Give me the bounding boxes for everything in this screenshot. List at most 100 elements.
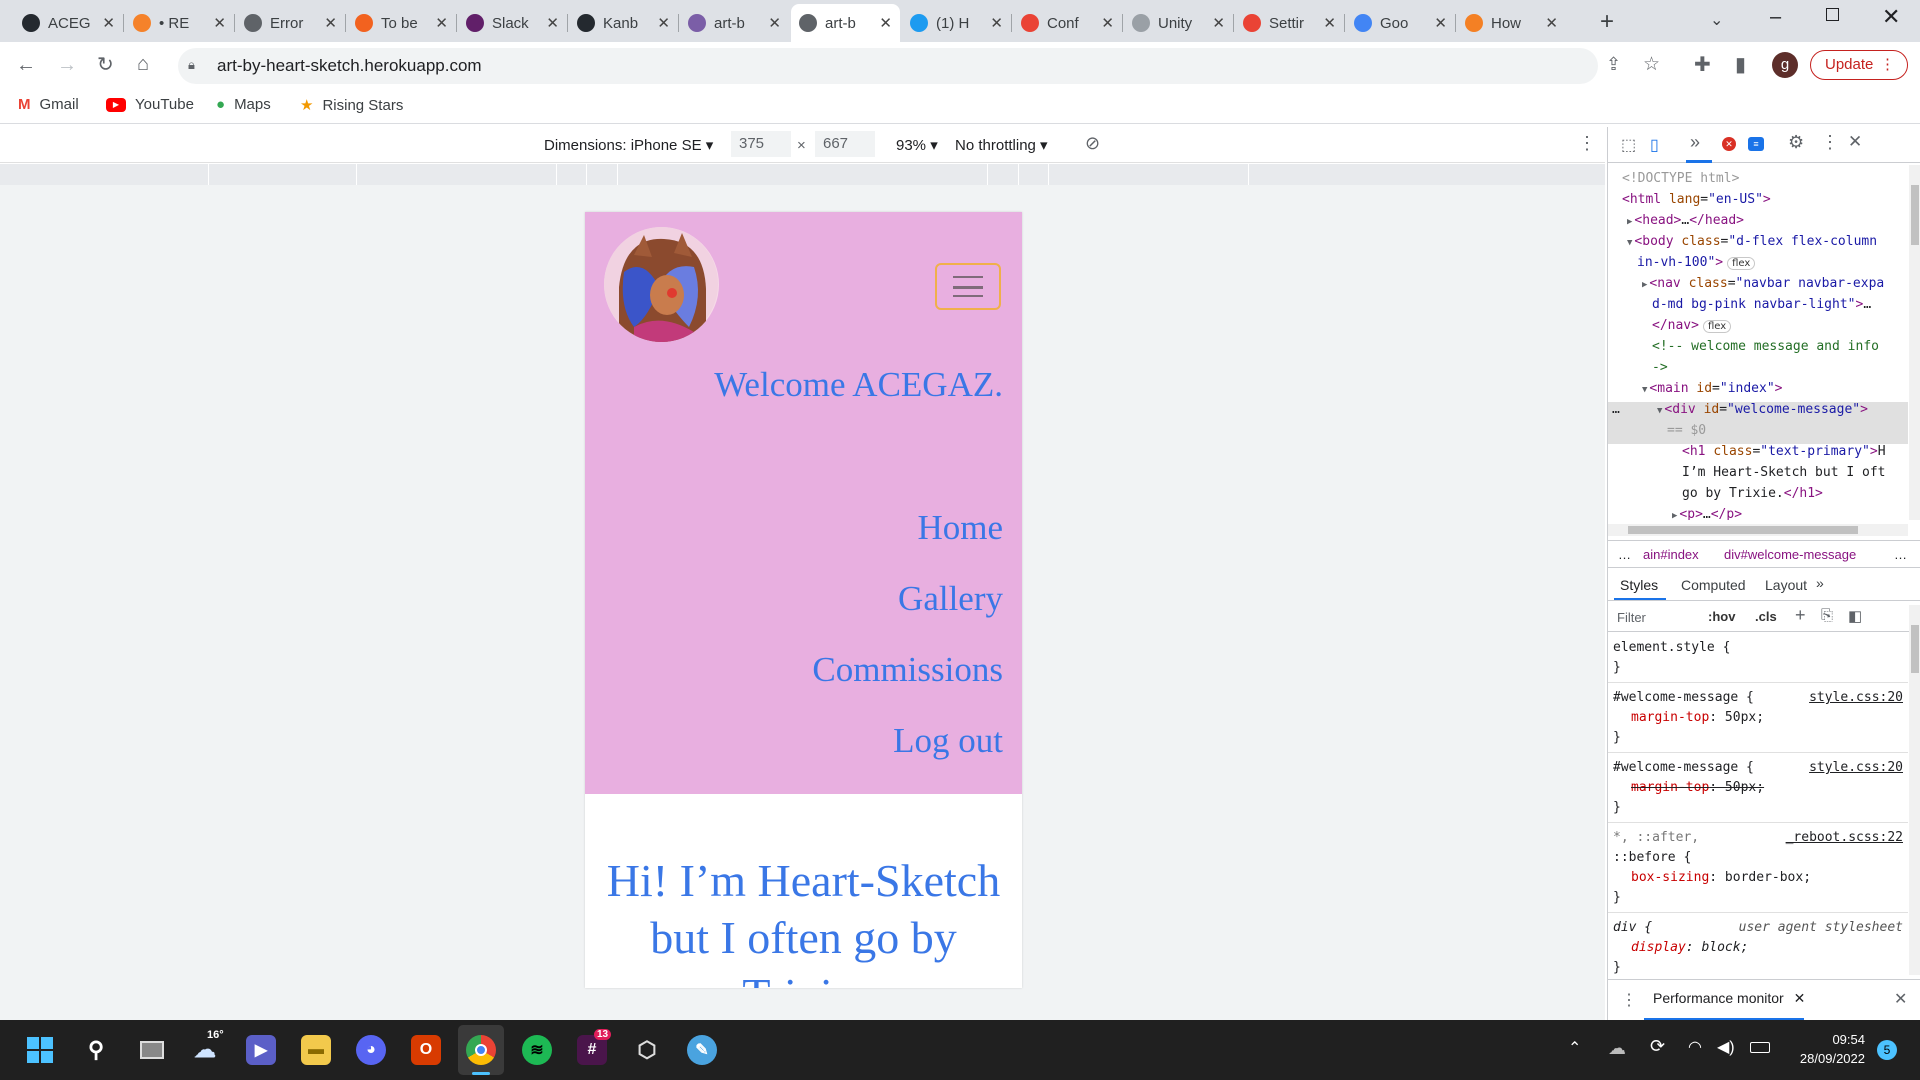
sidebar-toggle-icon[interactable]: ◧ <box>1848 607 1862 625</box>
dom-node-line[interactable]: <h1 class="text-primary">H <box>1608 444 1908 465</box>
style-rule[interactable]: element.style {} <box>1608 634 1908 683</box>
meet-icon[interactable]: ▶ <box>246 1035 276 1065</box>
tab-close-icon[interactable]: ✕ <box>1545 14 1558 32</box>
tab-close-icon[interactable]: ✕ <box>324 14 337 32</box>
nav-link-home[interactable]: Home <box>917 508 1003 548</box>
device-height-input[interactable]: 667 <box>815 131 875 157</box>
notification-badge[interactable]: 5 <box>1877 1040 1897 1060</box>
slack-icon[interactable]: # 13 <box>577 1029 612 1065</box>
tab-12[interactable]: Goo ✕ <box>1346 4 1455 42</box>
dom-node-line[interactable]: ▶ <nav class="navbar navbar-expa <box>1608 276 1908 297</box>
navbar-toggler-button[interactable] <box>935 263 1001 310</box>
dom-node-line[interactable]: <html lang="en-US"> <box>1608 192 1908 213</box>
tab-close-icon[interactable]: ✕ <box>213 14 226 32</box>
nav-link-gallery[interactable]: Gallery <box>898 579 1003 619</box>
task-view-icon[interactable] <box>137 1035 167 1065</box>
bookmark-star-icon[interactable]: ☆ <box>1643 53 1660 76</box>
cls-toggle[interactable]: .cls <box>1755 609 1777 624</box>
maximize-button[interactable] <box>1826 8 1839 21</box>
weather-icon[interactable]: ☁ 16° <box>190 1029 224 1065</box>
spotify-icon[interactable]: ≋ <box>522 1035 552 1065</box>
dom-node-line[interactable]: <!DOCTYPE html> <box>1608 171 1908 192</box>
tab-1[interactable]: • RE ✕ <box>125 4 234 42</box>
dom-node-line[interactable]: ▼ <main id="index"> <box>1608 381 1908 402</box>
style-rule[interactable]: *, ::after, _reboot.scss:22::before {box-… <box>1608 824 1908 913</box>
share-icon[interactable]: ⇪ <box>1606 54 1621 75</box>
devtools-close-icon[interactable]: ✕ <box>1848 132 1862 152</box>
chrome-icon[interactable] <box>466 1035 496 1065</box>
tab-7[interactable]: art-b ✕ <box>791 4 900 42</box>
avatar[interactable]: g <box>1772 52 1798 78</box>
dom-node-line[interactable]: go by Trixie.</h1> <box>1608 486 1908 507</box>
office-icon[interactable]: O <box>411 1035 441 1065</box>
tree-scrollbar[interactable] <box>1909 165 1920 520</box>
collapse-arrow-icon[interactable]: ▼ <box>1627 238 1632 248</box>
tree-hscrollbar[interactable] <box>1608 524 1908 536</box>
wifi-icon[interactable]: ◠ <box>1688 1037 1702 1057</box>
breadcrumb-ellipsis[interactable]: … <box>1618 547 1631 562</box>
bookmark-rising-stars[interactable]: ★ Rising Stars <box>300 96 403 115</box>
rule-source-link[interactable]: style.css:20 <box>1809 688 1903 708</box>
nav-link-commissions[interactable]: Commissions <box>812 650 1003 690</box>
expand-arrow-icon[interactable]: ▶ <box>1642 280 1647 290</box>
forward-icon[interactable]: → <box>57 55 77 75</box>
rule-property[interactable]: margin-top: 50px; <box>1613 708 1903 728</box>
device-more-icon[interactable]: ⋮ <box>1578 133 1596 154</box>
tab-3[interactable]: To be ✕ <box>347 4 456 42</box>
tab-styles[interactable]: Styles <box>1620 577 1658 593</box>
error-badge-icon[interactable]: ✕ <box>1722 137 1736 151</box>
dom-node-line[interactable]: in-vh-100"> flex <box>1608 255 1908 276</box>
paint-brush-icon[interactable]: ⎘ <box>1821 607 1833 624</box>
dom-node-line[interactable]: d-md bg-pink navbar-light">… <box>1608 297 1908 318</box>
file-explorer-icon[interactable]: ▬ <box>301 1035 331 1065</box>
bookmark-maps[interactable]: ● Maps <box>216 96 271 113</box>
throttling-select[interactable]: No throttling ▾ <box>955 136 1048 154</box>
tab-6[interactable]: art-b ✕ <box>680 4 789 42</box>
tab-close-icon[interactable]: ✕ <box>1434 14 1447 32</box>
tab-close-icon[interactable]: ✕ <box>102 14 115 32</box>
onedrive-icon[interactable]: ☁ <box>1608 1038 1626 1059</box>
dom-node-line[interactable]: ▶ <p>…</p> <box>1608 507 1908 520</box>
device-width-input[interactable]: 375 <box>731 131 791 157</box>
reload-icon[interactable]: ↻ <box>97 55 114 75</box>
tab-13[interactable]: How ✕ <box>1457 4 1566 42</box>
volume-icon[interactable]: ◀) <box>1717 1037 1735 1057</box>
battery-icon[interactable] <box>1750 1042 1770 1053</box>
node-menu-ellipsis[interactable]: … <box>1612 402 1620 417</box>
dom-node-line[interactable]: ▼ <div id="welcome-message"> <box>1608 402 1908 423</box>
tab-0[interactable]: ACEG ✕ <box>14 4 123 42</box>
dom-node-line[interactable]: </nav> flex <box>1608 318 1908 339</box>
rule-source-link[interactable]: _reboot.scss:22 <box>1786 828 1903 848</box>
extensions-icon[interactable]: ✚ <box>1694 55 1711 75</box>
styles-filter-input[interactable]: Filter <box>1617 610 1646 625</box>
side-panel-icon[interactable]: ▮ <box>1735 55 1746 75</box>
tab-close-icon[interactable]: ✕ <box>768 14 781 32</box>
dom-node-line[interactable]: -> <box>1608 360 1908 381</box>
tab-8[interactable]: (1) H ✕ <box>902 4 1011 42</box>
rule-property[interactable]: display: block; <box>1613 938 1903 958</box>
style-rule[interactable]: #welcome-message {style.css:20 margin-top… <box>1608 684 1908 753</box>
nav-link-logout[interactable]: Log out <box>893 721 1003 761</box>
search-icon[interactable]: ⚲ <box>81 1035 111 1065</box>
breadcrumb-more[interactable]: … <box>1894 547 1907 562</box>
tab-2[interactable]: Error ✕ <box>236 4 345 42</box>
tab-11[interactable]: Settir ✕ <box>1235 4 1344 42</box>
minimize-button[interactable]: – <box>1770 6 1781 29</box>
discord-icon[interactable]: ◕ <box>356 1035 386 1065</box>
collapse-arrow-icon[interactable]: ▼ <box>1642 385 1647 395</box>
paint-icon[interactable]: ✎ <box>687 1035 717 1065</box>
tab-close-icon[interactable]: ✕ <box>1212 14 1225 32</box>
dom-node-line[interactable]: == $0 <box>1608 423 1908 444</box>
styles-scrollbar[interactable] <box>1909 605 1920 975</box>
tab-5[interactable]: Kanb ✕ <box>569 4 678 42</box>
bookmark-gmail[interactable]: M Gmail <box>18 96 79 113</box>
elements-tree[interactable]: <!DOCTYPE html> <html lang="en-US"> ▶ <head… <box>1608 165 1908 520</box>
back-icon[interactable]: ← <box>16 55 36 75</box>
unity-icon[interactable]: ⬡ <box>632 1035 662 1065</box>
drawer-close-icon[interactable]: ✕ <box>1894 989 1907 1009</box>
site-logo[interactable] <box>604 227 719 342</box>
style-rule[interactable]: #welcome-message {style.css:20 margin-top… <box>1608 754 1908 823</box>
tab-close-icon[interactable]: ✕ <box>657 14 670 32</box>
clock[interactable]: 09:54 28/09/2022 <box>1790 1030 1865 1068</box>
tab-more[interactable]: » <box>1816 575 1824 591</box>
